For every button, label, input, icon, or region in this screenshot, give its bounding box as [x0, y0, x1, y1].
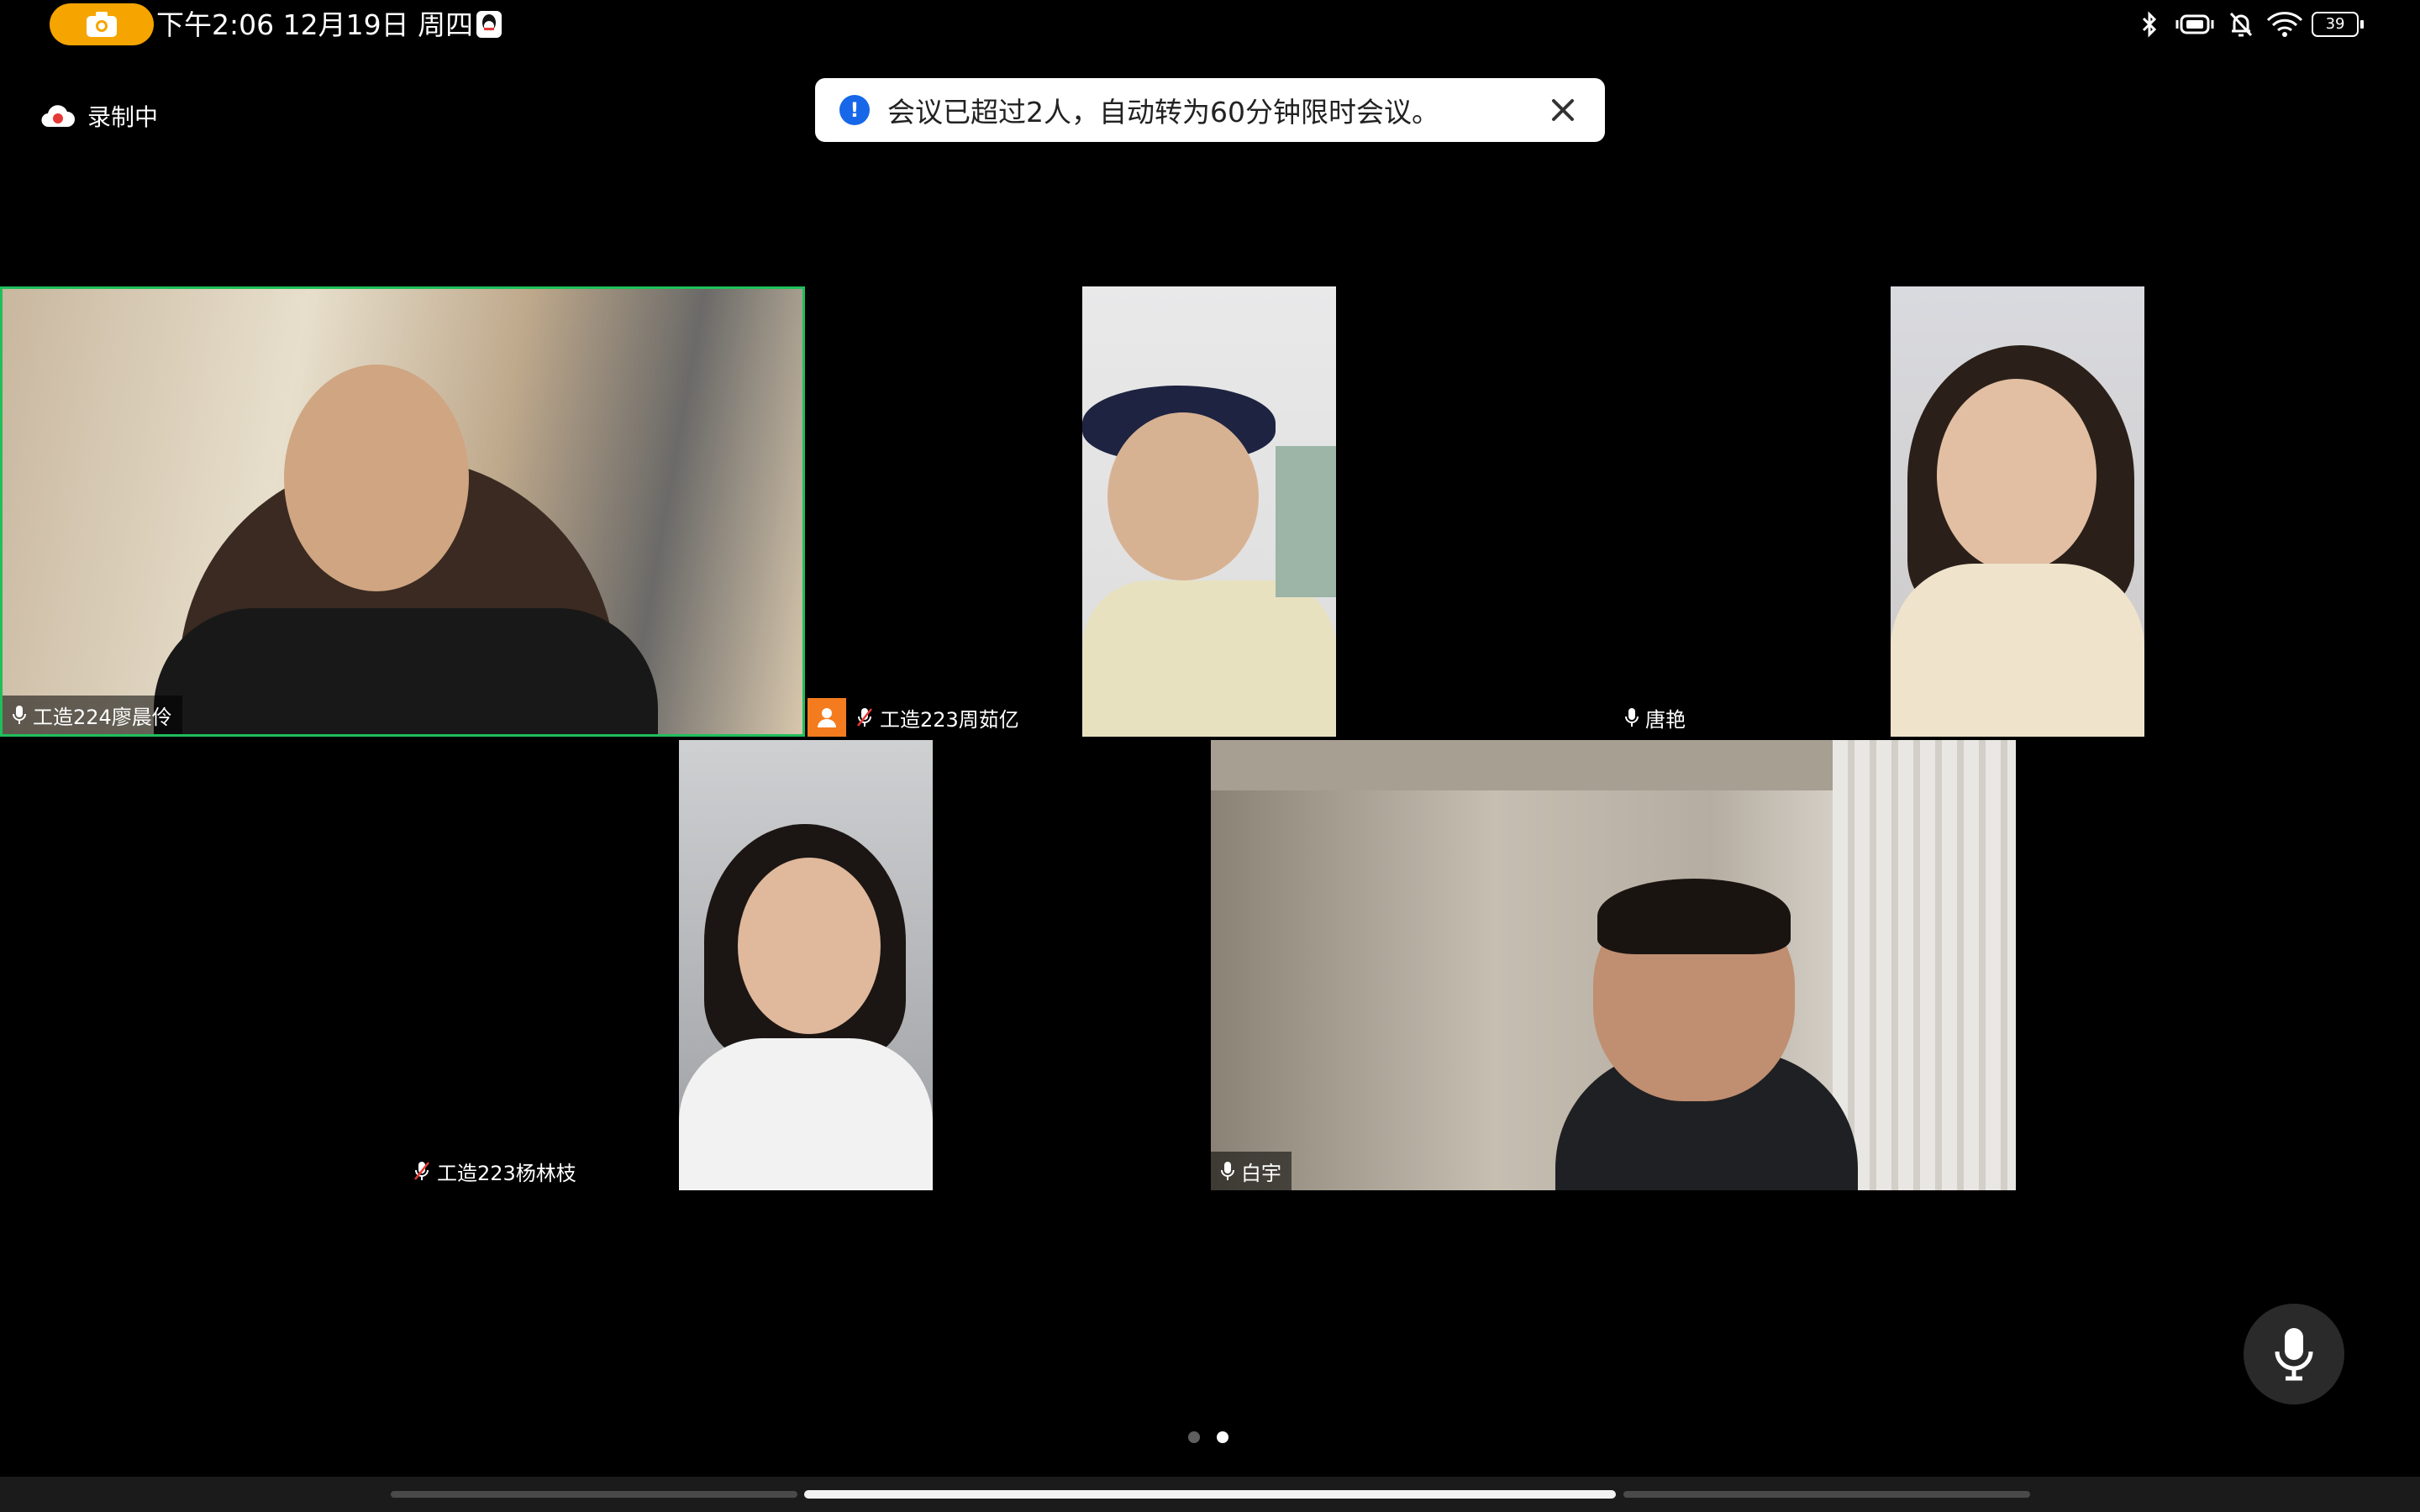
- close-icon[interactable]: [1546, 93, 1580, 127]
- person-icon: [808, 698, 846, 737]
- participant-video: [679, 740, 933, 1190]
- participant-video: [1211, 740, 2016, 1190]
- microphone-icon: [2275, 1328, 2313, 1381]
- participant-video: [1891, 286, 2144, 737]
- mic-muted-icon: [414, 1162, 429, 1180]
- status-bar: 下午2:06 12月19日 周四 39: [0, 0, 2420, 50]
- participant-name-tag: 工造223周茹亿: [846, 698, 1029, 737]
- vibrate-icon: [2174, 10, 2216, 39]
- nav-handle-right[interactable]: [1623, 1491, 2030, 1498]
- meeting-limit-toast: ! 会议已超过2人，自动转为60分钟限时会议。: [815, 78, 1605, 142]
- mic-icon: [1221, 1162, 1234, 1180]
- mic-icon: [1625, 708, 1639, 727]
- nav-handle-left[interactable]: [391, 1491, 797, 1498]
- recording-label: 录制中: [87, 103, 159, 131]
- participant-video: [1082, 286, 1336, 737]
- mic-icon: [13, 706, 26, 724]
- video-tile[interactable]: 工造223周茹亿: [808, 286, 1612, 737]
- camera-icon: [87, 12, 117, 37]
- page-dot-active[interactable]: [1217, 1431, 1228, 1443]
- microphone-button[interactable]: [2244, 1304, 2344, 1404]
- mic-muted-icon: [857, 708, 872, 727]
- home-gesture-bar[interactable]: [804, 1490, 1616, 1499]
- video-tile[interactable]: [1615, 286, 2420, 737]
- participant-video: [3, 289, 802, 734]
- participant-name-tag: 工造223杨林枝: [403, 1152, 587, 1190]
- screen-recording-pill[interactable]: [50, 3, 154, 45]
- toast-message: 会议已超过2人，自动转为60分钟限时会议。: [887, 96, 1439, 129]
- cloud-record-icon: [41, 105, 75, 128]
- qq-icon: [476, 11, 502, 38]
- bluetooth-icon: [2138, 10, 2161, 39]
- participant-name: 工造224廖晨伶: [33, 705, 172, 729]
- video-tile[interactable]: 白宇: [1211, 740, 2016, 1190]
- page-indicator[interactable]: [1188, 1431, 1228, 1443]
- battery-icon: 39: [2312, 10, 2364, 39]
- video-tile[interactable]: 工造224廖晨伶: [0, 286, 805, 737]
- recording-indicator[interactable]: 录制中: [40, 99, 158, 133]
- wifi-icon: [2266, 10, 2303, 39]
- participant-name-tag: 唐艳: [1615, 698, 1696, 737]
- info-icon: !: [839, 95, 870, 125]
- participant-name-tag: 工造224廖晨伶: [3, 696, 182, 734]
- participant-name: 白宇: [1241, 1161, 1281, 1185]
- participant-name: 唐艳: [1645, 707, 1686, 732]
- page-dot[interactable]: [1188, 1431, 1200, 1443]
- status-time: 下午2:06 12月19日 周四: [156, 8, 474, 41]
- participant-name: 工造223周茹亿: [880, 707, 1019, 732]
- video-tile[interactable]: [403, 740, 1208, 1190]
- participant-name: 工造223杨林枝: [437, 1161, 576, 1185]
- mute-bell-icon: [2227, 10, 2255, 39]
- navigation-bar: [0, 1477, 2420, 1512]
- battery-level: 39: [2325, 15, 2345, 33]
- participant-name-tag: 白宇: [1211, 1152, 1292, 1190]
